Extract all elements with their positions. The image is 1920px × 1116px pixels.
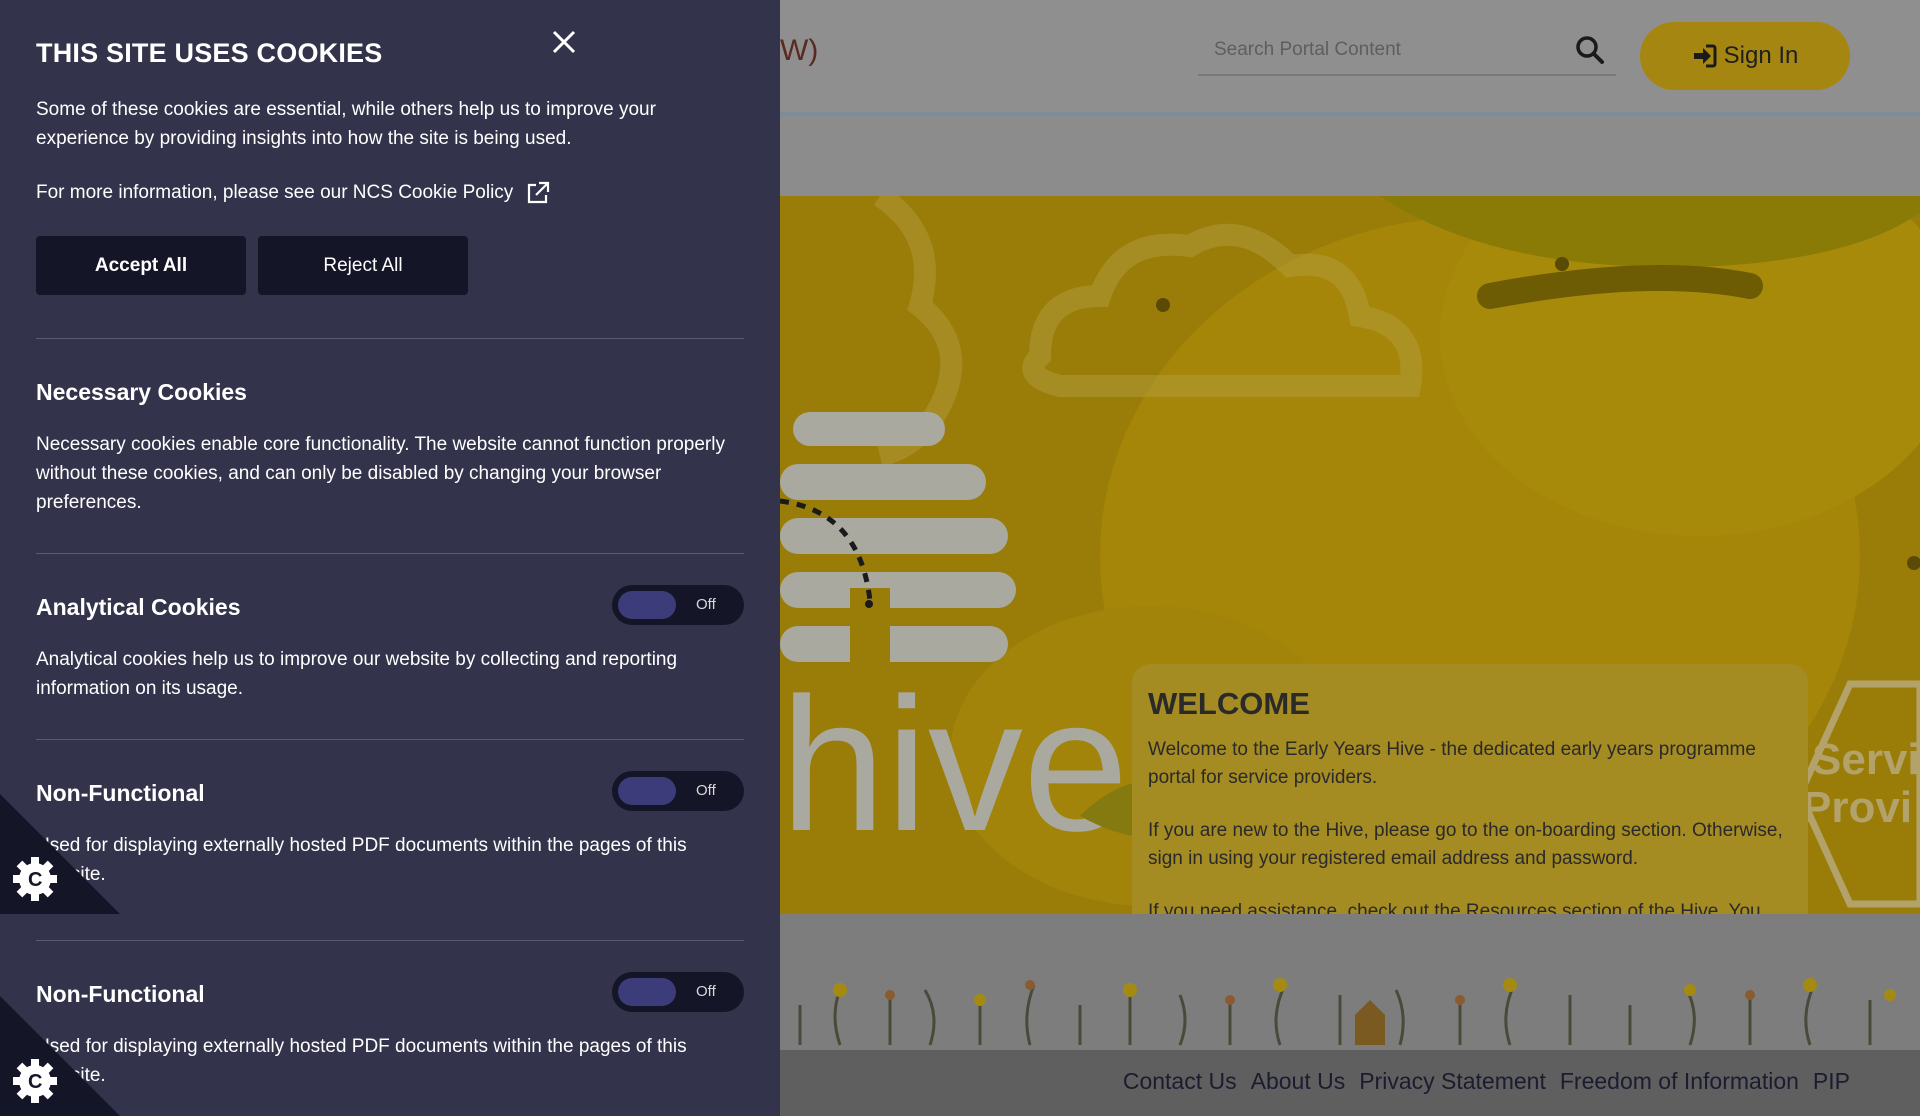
cookie-policy-link[interactable]: For more information, please see our NCS… [36,180,551,206]
divider [36,739,744,740]
beehive-icon [1355,1000,1385,1045]
svg-text:C: C [28,1071,42,1093]
flower-border [798,978,1896,1046]
necessary-cookies-heading: Necessary Cookies [36,379,247,405]
svg-text:Servi: Servi [1812,735,1920,784]
non-functional-text: Used for displaying externally hosted PD… [36,1036,687,1086]
welcome-title: WELCOME [1148,686,1310,721]
necessary-cookies-text: Necessary cookies enable core functional… [36,434,725,513]
reject-all-button[interactable]: Reject All [258,236,468,295]
search-icon[interactable] [1574,34,1606,66]
toggle-state-label: Off [696,782,716,799]
welcome-paragraph: If you need assistance, check out the Re… [1148,901,1761,914]
cookie-policy-text: For more information, please see our NCS… [36,182,514,203]
toggle-knob [618,978,676,1006]
footer-link-about[interactable]: About Us [1251,1068,1346,1095]
search-bar [1198,28,1616,76]
divider [36,338,744,339]
external-link-icon [528,181,550,204]
divider [36,553,744,554]
toggle-state-label: Off [696,983,716,1000]
footer-link-contact[interactable]: Contact Us [1123,1068,1237,1095]
toggle-knob [618,777,676,805]
welcome-paragraph: Welcome to the Early Years Hive - the de… [1148,739,1756,788]
cookie-panel-title: THIS SITE USES COOKIES [36,38,383,68]
sign-in-button[interactable]: Sign In [1640,22,1850,90]
close-icon[interactable] [548,26,580,58]
non-functional-toggle[interactable]: Off [612,771,744,811]
analytical-cookies-text: Analytical cookies help us to improve ou… [36,649,678,699]
toggle-knob [618,591,676,619]
analytical-cookies-heading: Analytical Cookies [36,594,241,620]
cookie-intro-text: Some of these cookies are essential, whi… [36,99,656,149]
cookie-settings-icon[interactable]: C [0,794,120,914]
welcome-card: WELCOME Welcome to the Early Years Hive … [1132,664,1808,914]
footer-links: Contact Us About Us Privacy Statement Fr… [1123,1068,1850,1095]
footer-link-privacy[interactable]: Privacy Statement [1359,1068,1546,1095]
sign-in-label: Sign In [1723,42,1799,69]
toggle-state-label: Off [696,596,716,613]
accept-all-button[interactable]: Accept All [36,236,246,295]
site-title: W) [780,34,819,67]
divider [36,940,744,941]
non-functional-text: Used for displaying externally hosted PD… [36,835,687,885]
hive-logo-word: hive [780,659,1129,871]
search-input[interactable] [1198,28,1590,72]
svg-text:C: C [28,869,42,891]
cookie-settings-icon[interactable]: C [0,996,120,1116]
footer-link-foi[interactable]: Freedom of Information [1560,1068,1799,1095]
cookie-consent-panel: THIS SITE USES COOKIES Some of these coo… [0,0,780,1116]
analytical-cookies-toggle[interactable]: Off [612,585,744,625]
welcome-paragraph: If you are new to the Hive, please go to… [1148,820,1783,869]
footer-link-pip[interactable]: PIP [1813,1068,1850,1095]
non-functional-toggle[interactable]: Off [612,972,744,1012]
svg-text:Provi: Provi [1802,783,1912,832]
sign-in-icon [1693,44,1717,68]
